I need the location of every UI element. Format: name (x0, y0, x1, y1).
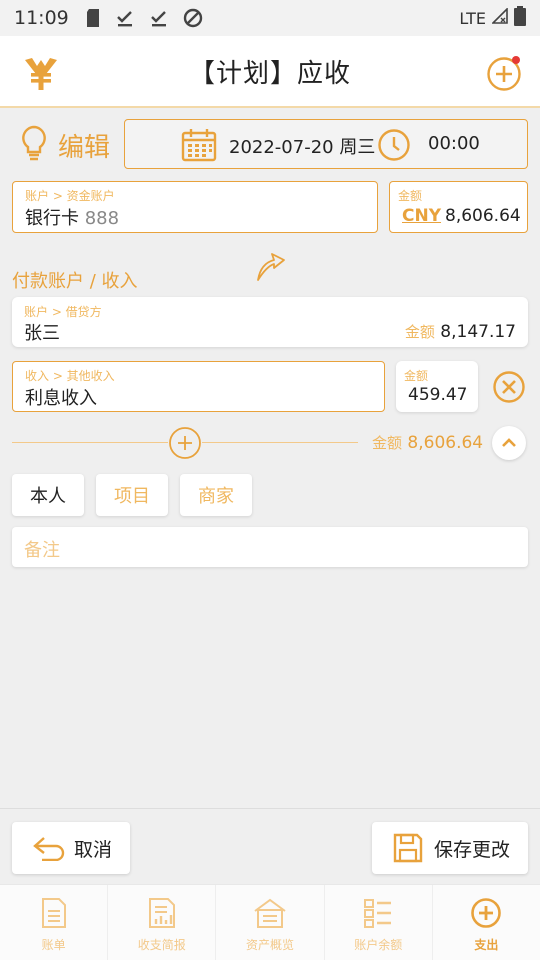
battery-icon (514, 6, 526, 30)
datetime-selector: 2022-07-20 周三 00:00 (124, 119, 528, 169)
sd-card-icon (85, 8, 101, 28)
source-account-value: 银行卡 888 (25, 204, 119, 230)
nav-bills-label: 账单 (41, 938, 66, 952)
tag-project[interactable]: 项目 (96, 474, 168, 516)
time-value[interactable]: 00:00 (428, 133, 480, 154)
app-header: 【计划】应收 (0, 36, 540, 108)
swap-direction-icon[interactable] (250, 246, 290, 288)
income-amount-caption: 金额 (404, 369, 429, 383)
note-input[interactable]: 备注 (12, 527, 528, 567)
payer-caption: 账户 > 借贷方 (24, 305, 102, 319)
undo-icon (32, 835, 66, 861)
save-disk-icon (392, 832, 424, 864)
payer-amount-label: 金额 (404, 323, 435, 341)
nav-balances-label: 账户余额 (354, 938, 403, 952)
total-amount-group: 金额 8,606.64 (372, 432, 483, 453)
nav-report-label: 收支简报 (137, 938, 186, 952)
income-category-field[interactable]: 收入 > 其他收入 利息收入 (12, 361, 385, 412)
payer-name: 张三 (24, 323, 60, 344)
total-amount-label: 金额 (372, 434, 403, 452)
data-saver-icon (183, 8, 203, 28)
payer-amount-group: 金额 8,147.17 (405, 321, 516, 342)
source-account-number: 888 (84, 208, 120, 229)
notification-dot (512, 56, 520, 64)
nav-report[interactable]: 收支简报 (108, 885, 217, 960)
bill-icon (38, 897, 70, 932)
clock-icon[interactable] (377, 128, 411, 167)
source-amount-field[interactable]: 金额 CNY 8,606.64 (389, 181, 528, 233)
lightbulb-icon (18, 124, 50, 166)
bottom-nav: 账单 收支简报 资产概览 账户余额 支出 (0, 884, 540, 960)
nav-bills[interactable]: 账单 (0, 885, 109, 960)
add-split-icon[interactable] (168, 426, 202, 464)
source-amount-caption: 金额 (398, 189, 423, 203)
signal-icon (491, 7, 508, 28)
download-done-icon (115, 8, 135, 28)
edit-mode-indicator[interactable]: 编辑 (18, 124, 110, 166)
nav-expense[interactable]: 支出 (433, 885, 540, 960)
tag-merchant[interactable]: 商家 (180, 474, 252, 516)
section-title: 付款账户 / 收入 (12, 271, 138, 292)
nav-assets-label: 资产概览 (246, 938, 295, 952)
network-type: LTE (459, 8, 486, 28)
calendar-icon[interactable] (181, 128, 217, 167)
divider-right (202, 442, 358, 443)
tag-person[interactable]: 本人 (12, 474, 84, 516)
remove-row-icon[interactable] (492, 370, 526, 408)
mode-label: 编辑 (58, 132, 111, 163)
payer-amount: 8,147.17 (440, 322, 516, 342)
balances-icon (362, 897, 394, 932)
source-account-name: 银行卡 (25, 208, 79, 229)
note-placeholder: 备注 (24, 540, 60, 561)
total-amount-value: 8,606.64 (407, 433, 484, 453)
cancel-button[interactable]: 取消 (12, 822, 130, 874)
nav-balances[interactable]: 账户余额 (325, 885, 433, 960)
date-value[interactable]: 2022-07-20 周三 (229, 133, 375, 159)
nav-assets[interactable]: 资产概览 (216, 885, 325, 960)
report-icon (146, 897, 178, 932)
income-amount-field[interactable]: 金额 459.47 (396, 361, 478, 412)
page-title: 【计划】应收 (188, 58, 351, 89)
yuan-logo-icon[interactable] (22, 54, 60, 96)
save-changes-button[interactable]: 保存更改 (372, 822, 528, 874)
status-time: 11:09 (14, 7, 69, 29)
collapse-chevron-icon[interactable] (492, 426, 526, 460)
payer-account-card[interactable]: 账户 > 借贷方 张三 金额 8,147.17 (12, 297, 528, 347)
income-caption: 收入 > 其他收入 (25, 369, 115, 383)
source-account-field[interactable]: 账户 > 资金账户 银行卡 888 (12, 181, 378, 233)
divider-left (12, 442, 168, 443)
save-label: 保存更改 (434, 838, 511, 861)
income-name: 利息收入 (25, 388, 97, 409)
source-amount-value: 8,606.64 (445, 206, 521, 226)
source-account-caption: 账户 > 资金账户 (25, 189, 115, 203)
currency-selector[interactable]: CNY (402, 206, 441, 226)
status-bar: 11:09 LTE (0, 0, 540, 36)
assets-icon (252, 897, 288, 932)
income-amount: 459.47 (408, 385, 468, 405)
add-expense-icon (470, 897, 502, 932)
nav-expense-label: 支出 (474, 938, 499, 952)
download-done-icon-2 (149, 8, 169, 28)
bottom-separator (0, 808, 540, 809)
cancel-label: 取消 (74, 838, 113, 861)
